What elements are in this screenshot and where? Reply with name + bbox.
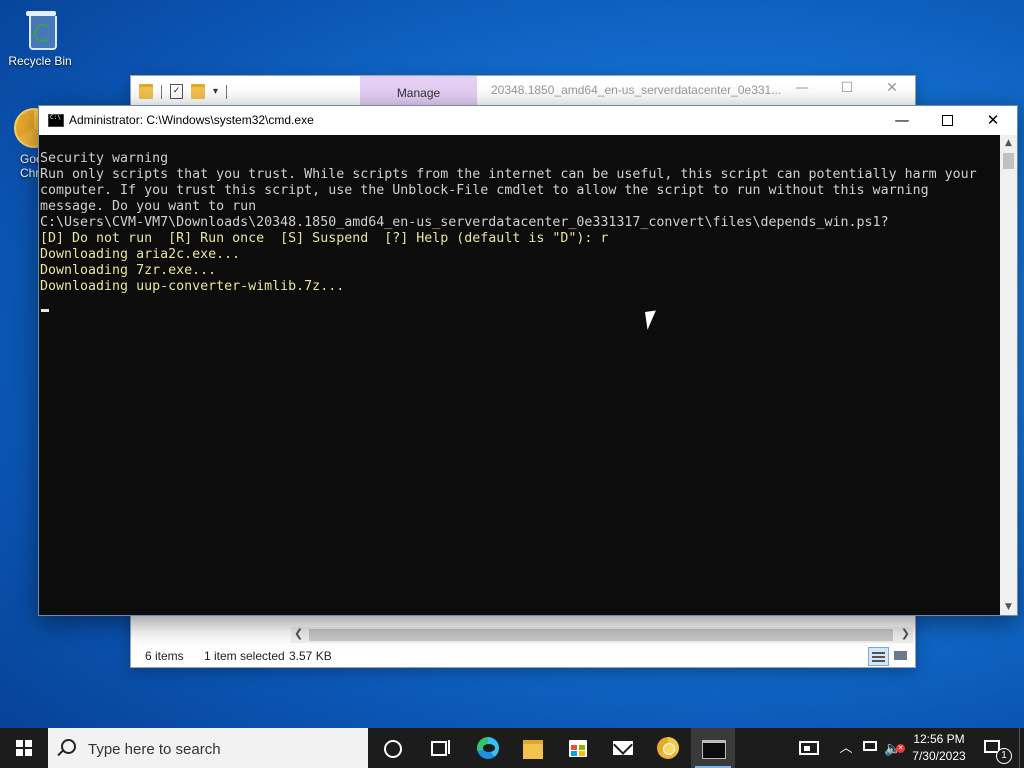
chrome-icon [657, 737, 679, 759]
mail-icon [613, 741, 633, 755]
console-line: Downloading aria2c.exe... [40, 247, 241, 262]
scroll-right-icon[interactable]: ❯ [901, 627, 910, 640]
cmd-close-button[interactable]: ✕ [970, 109, 1016, 133]
console-line: [D] Do not run [R] Run once [S] Suspend … [40, 231, 609, 246]
chevron-down-icon[interactable]: ▾ [213, 86, 218, 97]
search-input[interactable] [86, 737, 360, 761]
task-view-icon [431, 740, 450, 756]
network-icon [863, 741, 877, 751]
store-taskbar-button[interactable] [556, 728, 600, 768]
explorer-minimize-button[interactable]: — [779, 80, 825, 96]
cmd-taskbar-button[interactable] [691, 728, 735, 768]
new-folder-icon[interactable] [191, 84, 205, 99]
chrome-taskbar-button[interactable] [646, 728, 690, 768]
edge-taskbar-button[interactable] [466, 728, 510, 768]
console-output[interactable]: Security warning Run only scripts that yo… [39, 135, 999, 615]
scroll-thumb[interactable] [309, 629, 893, 641]
maximize-icon [941, 115, 953, 126]
mouse-pointer-icon [645, 310, 659, 330]
scroll-thumb[interactable] [1003, 153, 1014, 169]
edge-icon [477, 737, 499, 759]
network-button[interactable] [860, 728, 882, 768]
console-line: Downloading 7zr.exe... [40, 263, 217, 278]
toolbar-divider [161, 84, 162, 99]
horizontal-scrollbar[interactable]: ❮ ❯ [291, 627, 913, 643]
windows-logo-icon [16, 740, 32, 756]
items-count: 6 items [145, 649, 184, 663]
explorer-title-bar[interactable]: ✓ ▾ Manage 20348.1850_amd64_en-us_server… [131, 76, 915, 106]
toolbar-divider [226, 84, 228, 99]
explorer-window-title: 20348.1850_amd64_en-us_serverdatacenter_… [491, 83, 782, 97]
clock-time: 12:56 PM [913, 732, 965, 746]
folder-icon[interactable] [139, 84, 153, 99]
volume-button[interactable]: 🔈 ✕ [884, 728, 906, 768]
task-view-button[interactable] [417, 728, 461, 768]
details-view-button[interactable] [868, 647, 889, 666]
console-line: Security warning [40, 151, 169, 166]
large-icons-view-button[interactable] [890, 647, 911, 666]
taskbar-clock[interactable]: 12:56 PM 7/30/2023 [906, 728, 972, 768]
selection-size: 3.57 KB [289, 649, 332, 663]
cmd-window[interactable]: Administrator: C:\Windows\system32\cmd.e… [38, 105, 1018, 616]
console-line: computer. If you trust this script, use … [40, 183, 929, 198]
console-cursor [41, 309, 49, 312]
console-line: message. Do you want to run [40, 199, 257, 214]
taskbar: ︿ 🔈✕ 12:56 PM 7/30/2023 1 [0, 728, 1024, 768]
quick-access-toolbar: ✓ ▾ [139, 84, 228, 99]
store-icon [569, 740, 587, 757]
tab-manage[interactable]: Manage [360, 76, 477, 106]
cortana-icon [384, 740, 402, 758]
vertical-scrollbar[interactable]: ▲ ▼ [1000, 135, 1017, 615]
cmd-title-bar[interactable]: Administrator: C:\Windows\system32\cmd.e… [39, 106, 1017, 135]
cmd-minimize-button[interactable]: — [879, 109, 925, 133]
cmd-icon[interactable] [48, 114, 64, 127]
taskbar-search-box[interactable] [48, 728, 368, 768]
chevron-up-icon: ︿ [839, 740, 853, 755]
cmd-window-title: Administrator: C:\Windows\system32\cmd.e… [69, 113, 314, 127]
scroll-left-icon[interactable]: ❮ [294, 627, 303, 640]
recycle-bin-label: Recycle Bin [8, 54, 72, 68]
status-bar: 6 items 1 item selected 3.57 KB [131, 646, 913, 666]
action-center-button[interactable]: 1 [978, 728, 1018, 768]
details-view-icon [872, 652, 885, 654]
recycle-bin-shortcut[interactable]: Recycle Bin [2, 8, 78, 68]
file-explorer-icon [523, 740, 543, 759]
file-explorer-taskbar-button[interactable] [511, 728, 555, 768]
recycle-bin-icon [23, 8, 57, 50]
selection-status: 1 item selected [204, 649, 285, 663]
explorer-maximize-button[interactable]: ☐ [824, 80, 870, 96]
clock-date: 7/30/2023 [912, 749, 966, 763]
scroll-down-icon[interactable]: ▼ [1000, 599, 1017, 615]
cmd-icon [702, 740, 726, 759]
mail-taskbar-button[interactable] [601, 728, 645, 768]
notification-count: 1 [996, 748, 1012, 764]
start-button[interactable] [0, 728, 48, 768]
search-icon [61, 739, 76, 754]
cortana-button[interactable] [370, 728, 414, 768]
cmd-maximize-button[interactable] [924, 109, 970, 133]
console-line: C:\Users\CVM-VM7\Downloads\20348.1850_am… [40, 215, 889, 230]
console-line: Run only scripts that you trust. While s… [40, 167, 977, 182]
console-line: Downloading uup-converter-wimlib.7z... [40, 279, 345, 294]
news-and-interests-button[interactable] [796, 728, 826, 768]
show-hidden-icons-button[interactable]: ︿ [836, 728, 856, 768]
properties-icon[interactable]: ✓ [170, 84, 183, 99]
show-desktop-button[interactable] [1019, 728, 1024, 768]
explorer-close-button[interactable]: ✕ [869, 80, 915, 96]
muted-icon: ✕ [896, 744, 905, 753]
scroll-up-icon[interactable]: ▲ [1000, 135, 1017, 151]
news-icon [799, 741, 819, 755]
large-icons-view-icon [894, 651, 907, 660]
